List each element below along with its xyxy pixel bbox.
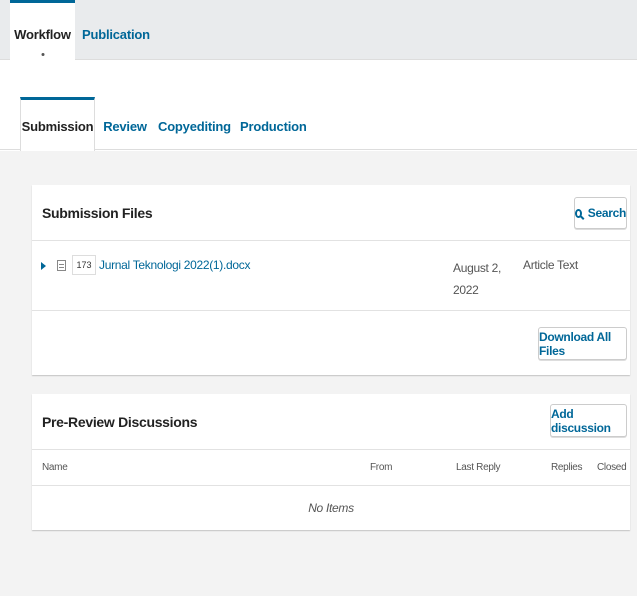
column-last-reply: Last Reply xyxy=(456,462,501,473)
tab-copyediting-label: Copyediting xyxy=(158,119,231,134)
empty-list-message: No Items xyxy=(308,501,354,515)
download-all-files-button[interactable]: Download All Files xyxy=(538,327,627,360)
column-from: From xyxy=(370,462,393,473)
file-id: 173 xyxy=(72,255,96,275)
top-tabs: Workflow Publication xyxy=(0,0,637,61)
document-icon xyxy=(57,260,66,271)
search-icon xyxy=(575,208,582,218)
main-area: Submission Review Copyediting Production… xyxy=(0,60,637,596)
discussions-title: Pre-Review Discussions xyxy=(42,414,198,430)
expand-caret-icon[interactable] xyxy=(41,262,46,270)
download-all-files-label: Download All Files xyxy=(539,329,611,358)
tab-publication-label: Publication xyxy=(82,27,150,42)
tab-production-label: Production xyxy=(240,119,307,134)
file-type: Article Text xyxy=(523,258,578,272)
column-replies: Replies xyxy=(551,462,583,473)
tab-workflow[interactable]: Workflow xyxy=(10,0,75,61)
tab-workflow-label: Workflow xyxy=(14,27,71,42)
file-date: August 2, 2022 xyxy=(453,261,502,297)
workflow-stage-tabs: Submission Review Copyediting Production xyxy=(0,97,637,151)
pre-review-discussions-panel: Pre-Review Discussions Add discussion Na… xyxy=(32,394,630,530)
tab-submission-label: Submission xyxy=(21,119,94,134)
tab-submission[interactable]: Submission xyxy=(20,97,95,151)
discussions-header: Pre-Review Discussions Add discussion xyxy=(32,394,630,450)
column-name: Name xyxy=(42,462,68,473)
tab-review[interactable]: Review xyxy=(103,97,147,151)
file-row: 173 Jurnal Teknologi 2022(1).docx August… xyxy=(32,241,630,311)
tab-publication[interactable]: Publication xyxy=(82,0,150,61)
submission-files-header: Submission Files Search xyxy=(32,185,630,241)
file-name-link[interactable]: Jurnal Teknologi 2022(1).docx xyxy=(99,258,250,272)
submission-files-title: Submission Files xyxy=(42,205,153,221)
add-discussion-label: Add discussion xyxy=(551,406,611,435)
search-button-label: Search xyxy=(587,206,627,220)
stage-content: Submission Files Search 173 Jurnal Tekno… xyxy=(0,151,637,596)
add-discussion-button[interactable]: Add discussion xyxy=(550,404,627,437)
tab-copyediting[interactable]: Copyediting xyxy=(158,97,231,151)
tab-production[interactable]: Production xyxy=(240,97,307,151)
search-button[interactable]: Search xyxy=(574,197,627,229)
active-dot-icon xyxy=(41,53,44,56)
tab-review-label: Review xyxy=(103,119,147,134)
column-closed: Closed xyxy=(597,462,627,473)
discussions-column-headers: Name From Last Reply Replies Closed xyxy=(32,450,630,486)
submission-files-panel: Submission Files Search 173 Jurnal Tekno… xyxy=(32,185,630,375)
